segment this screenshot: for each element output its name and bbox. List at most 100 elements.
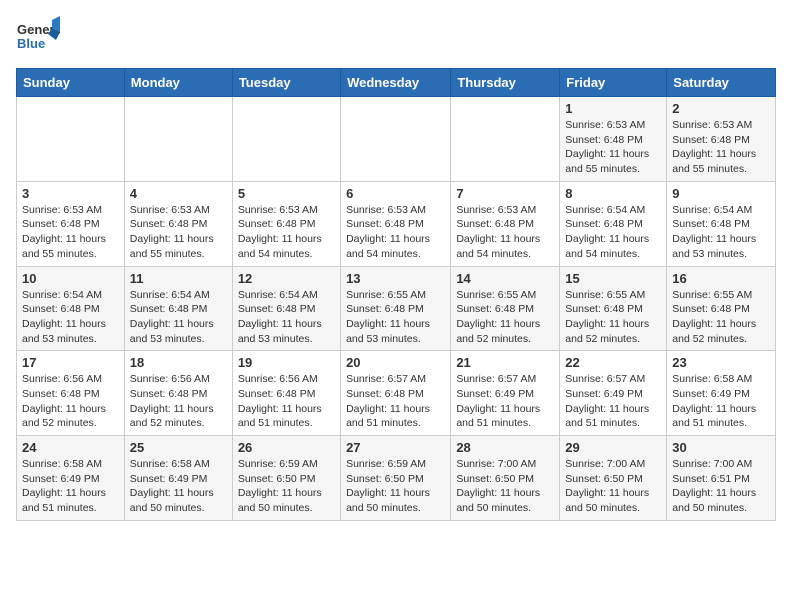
calendar-cell	[17, 97, 125, 182]
calendar-cell: 27 Sunrise: 6:59 AMSunset: 6:50 PMDayligh…	[341, 436, 451, 521]
day-number: 7	[456, 186, 554, 201]
calendar-cell: 7 Sunrise: 6:53 AMSunset: 6:48 PMDaylight…	[451, 181, 560, 266]
day-info: Sunrise: 6:54 AMSunset: 6:48 PMDaylight:…	[565, 203, 661, 262]
calendar-cell: 9 Sunrise: 6:54 AMSunset: 6:48 PMDaylight…	[667, 181, 776, 266]
day-number: 17	[22, 355, 119, 370]
calendar-cell: 22 Sunrise: 6:57 AMSunset: 6:49 PMDayligh…	[560, 351, 667, 436]
header-monday: Monday	[124, 69, 232, 97]
header-tuesday: Tuesday	[232, 69, 340, 97]
calendar-cell: 4 Sunrise: 6:53 AMSunset: 6:48 PMDaylight…	[124, 181, 232, 266]
day-info: Sunrise: 7:00 AMSunset: 6:50 PMDaylight:…	[565, 457, 661, 516]
calendar-cell: 5 Sunrise: 6:53 AMSunset: 6:48 PMDaylight…	[232, 181, 340, 266]
calendar-cell: 1 Sunrise: 6:53 AMSunset: 6:48 PMDaylight…	[560, 97, 667, 182]
day-info: Sunrise: 7:00 AMSunset: 6:50 PMDaylight:…	[456, 457, 554, 516]
page-header: General Blue	[16, 16, 776, 60]
day-info: Sunrise: 6:59 AMSunset: 6:50 PMDaylight:…	[346, 457, 445, 516]
day-number: 29	[565, 440, 661, 455]
day-info: Sunrise: 6:57 AMSunset: 6:49 PMDaylight:…	[565, 372, 661, 431]
calendar-cell: 26 Sunrise: 6:59 AMSunset: 6:50 PMDayligh…	[232, 436, 340, 521]
calendar-cell	[341, 97, 451, 182]
day-number: 30	[672, 440, 770, 455]
day-number: 14	[456, 271, 554, 286]
calendar-cell	[451, 97, 560, 182]
logo-icon: General Blue	[16, 16, 60, 60]
calendar-cell: 8 Sunrise: 6:54 AMSunset: 6:48 PMDaylight…	[560, 181, 667, 266]
day-info: Sunrise: 6:54 AMSunset: 6:48 PMDaylight:…	[672, 203, 770, 262]
day-info: Sunrise: 6:53 AMSunset: 6:48 PMDaylight:…	[22, 203, 119, 262]
day-number: 15	[565, 271, 661, 286]
day-info: Sunrise: 6:55 AMSunset: 6:48 PMDaylight:…	[672, 288, 770, 347]
svg-text:Blue: Blue	[17, 36, 45, 51]
day-info: Sunrise: 6:53 AMSunset: 6:48 PMDaylight:…	[565, 118, 661, 177]
calendar-cell: 13 Sunrise: 6:55 AMSunset: 6:48 PMDayligh…	[341, 266, 451, 351]
calendar-cell: 18 Sunrise: 6:56 AMSunset: 6:48 PMDayligh…	[124, 351, 232, 436]
day-number: 18	[130, 355, 227, 370]
header-thursday: Thursday	[451, 69, 560, 97]
calendar-cell: 11Sunrise: 6:54 AMSunset: 6:48 PMDayligh…	[124, 266, 232, 351]
calendar-cell	[232, 97, 340, 182]
day-number: 13	[346, 271, 445, 286]
day-number: 24	[22, 440, 119, 455]
day-number: 22	[565, 355, 661, 370]
day-info: Sunrise: 7:00 AMSunset: 6:51 PMDaylight:…	[672, 457, 770, 516]
day-number: 5	[238, 186, 335, 201]
day-number: 1	[565, 101, 661, 116]
calendar-cell	[124, 97, 232, 182]
calendar-cell: 17Sunrise: 6:56 AMSunset: 6:48 PMDayligh…	[17, 351, 125, 436]
calendar-cell: 16 Sunrise: 6:55 AMSunset: 6:48 PMDayligh…	[667, 266, 776, 351]
day-number: 12	[238, 271, 335, 286]
day-info: Sunrise: 6:55 AMSunset: 6:48 PMDaylight:…	[346, 288, 445, 347]
calendar-cell: 30 Sunrise: 7:00 AMSunset: 6:51 PMDayligh…	[667, 436, 776, 521]
day-number: 26	[238, 440, 335, 455]
day-info: Sunrise: 6:58 AMSunset: 6:49 PMDaylight:…	[22, 457, 119, 516]
day-info: Sunrise: 6:57 AMSunset: 6:48 PMDaylight:…	[346, 372, 445, 431]
day-number: 10	[22, 271, 119, 286]
day-number: 3	[22, 186, 119, 201]
day-number: 16	[672, 271, 770, 286]
calendar-table: SundayMondayTuesdayWednesdayThursdayFrid…	[16, 68, 776, 521]
calendar-cell: 29 Sunrise: 7:00 AMSunset: 6:50 PMDayligh…	[560, 436, 667, 521]
header-saturday: Saturday	[667, 69, 776, 97]
calendar-header-row: SundayMondayTuesdayWednesdayThursdayFrid…	[17, 69, 776, 97]
calendar-week-4: 17 Sunrise: 6:56 AMSunset: 6:48 PMDayligh…	[17, 351, 776, 436]
calendar-week-1: 1 Sunrise: 6:53 AMSunset: 6:48 PMDaylight…	[17, 97, 776, 182]
day-info: Sunrise: 6:53 AMSunset: 6:48 PMDaylight:…	[130, 203, 227, 262]
header-wednesday: Wednesday	[341, 69, 451, 97]
calendar-cell: 23 Sunrise: 6:58 AMSunset: 6:49 PMDayligh…	[667, 351, 776, 436]
calendar-cell: 28Sunrise: 7:00 AMSunset: 6:50 PMDayligh…	[451, 436, 560, 521]
calendar-cell: 6 Sunrise: 6:53 AMSunset: 6:48 PMDaylight…	[341, 181, 451, 266]
calendar-cell: 15 Sunrise: 6:55 AMSunset: 6:48 PMDayligh…	[560, 266, 667, 351]
day-number: 21	[456, 355, 554, 370]
day-number: 2	[672, 101, 770, 116]
day-info: Sunrise: 6:54 AMSunset: 6:48 PMDaylight:…	[22, 288, 119, 347]
day-info: Sunrise: 6:53 AMSunset: 6:48 PMDaylight:…	[238, 203, 335, 262]
calendar-week-3: 10 Sunrise: 6:54 AMSunset: 6:48 PMDayligh…	[17, 266, 776, 351]
day-number: 20	[346, 355, 445, 370]
calendar-cell: 12 Sunrise: 6:54 AMSunset: 6:48 PMDayligh…	[232, 266, 340, 351]
calendar-cell: 21Sunrise: 6:57 AMSunset: 6:49 PMDayligh…	[451, 351, 560, 436]
day-info: Sunrise: 6:53 AMSunset: 6:48 PMDaylight:…	[672, 118, 770, 177]
day-info: Sunrise: 6:54 AMSunset: 6:48 PMDaylight:…	[238, 288, 335, 347]
calendar-cell: 14Sunrise: 6:55 AMSunset: 6:48 PMDayligh…	[451, 266, 560, 351]
day-info: Sunrise: 6:58 AMSunset: 6:49 PMDaylight:…	[672, 372, 770, 431]
day-number: 27	[346, 440, 445, 455]
day-info: Sunrise: 6:55 AMSunset: 6:48 PMDaylight:…	[565, 288, 661, 347]
day-info: Sunrise: 6:59 AMSunset: 6:50 PMDaylight:…	[238, 457, 335, 516]
header-sunday: Sunday	[17, 69, 125, 97]
day-info: Sunrise: 6:56 AMSunset: 6:48 PMDaylight:…	[130, 372, 227, 431]
day-number: 9	[672, 186, 770, 201]
day-number: 6	[346, 186, 445, 201]
calendar-cell: 20 Sunrise: 6:57 AMSunset: 6:48 PMDayligh…	[341, 351, 451, 436]
day-info: Sunrise: 6:53 AMSunset: 6:48 PMDaylight:…	[346, 203, 445, 262]
day-info: Sunrise: 6:58 AMSunset: 6:49 PMDaylight:…	[130, 457, 227, 516]
calendar-cell: 2 Sunrise: 6:53 AMSunset: 6:48 PMDaylight…	[667, 97, 776, 182]
day-number: 8	[565, 186, 661, 201]
day-number: 23	[672, 355, 770, 370]
calendar-week-2: 3 Sunrise: 6:53 AMSunset: 6:48 PMDaylight…	[17, 181, 776, 266]
logo: General Blue	[16, 16, 60, 60]
day-info: Sunrise: 6:53 AMSunset: 6:48 PMDaylight:…	[456, 203, 554, 262]
calendar-cell: 19Sunrise: 6:56 AMSunset: 6:48 PMDayligh…	[232, 351, 340, 436]
day-number: 19	[238, 355, 335, 370]
day-number: 4	[130, 186, 227, 201]
header-friday: Friday	[560, 69, 667, 97]
